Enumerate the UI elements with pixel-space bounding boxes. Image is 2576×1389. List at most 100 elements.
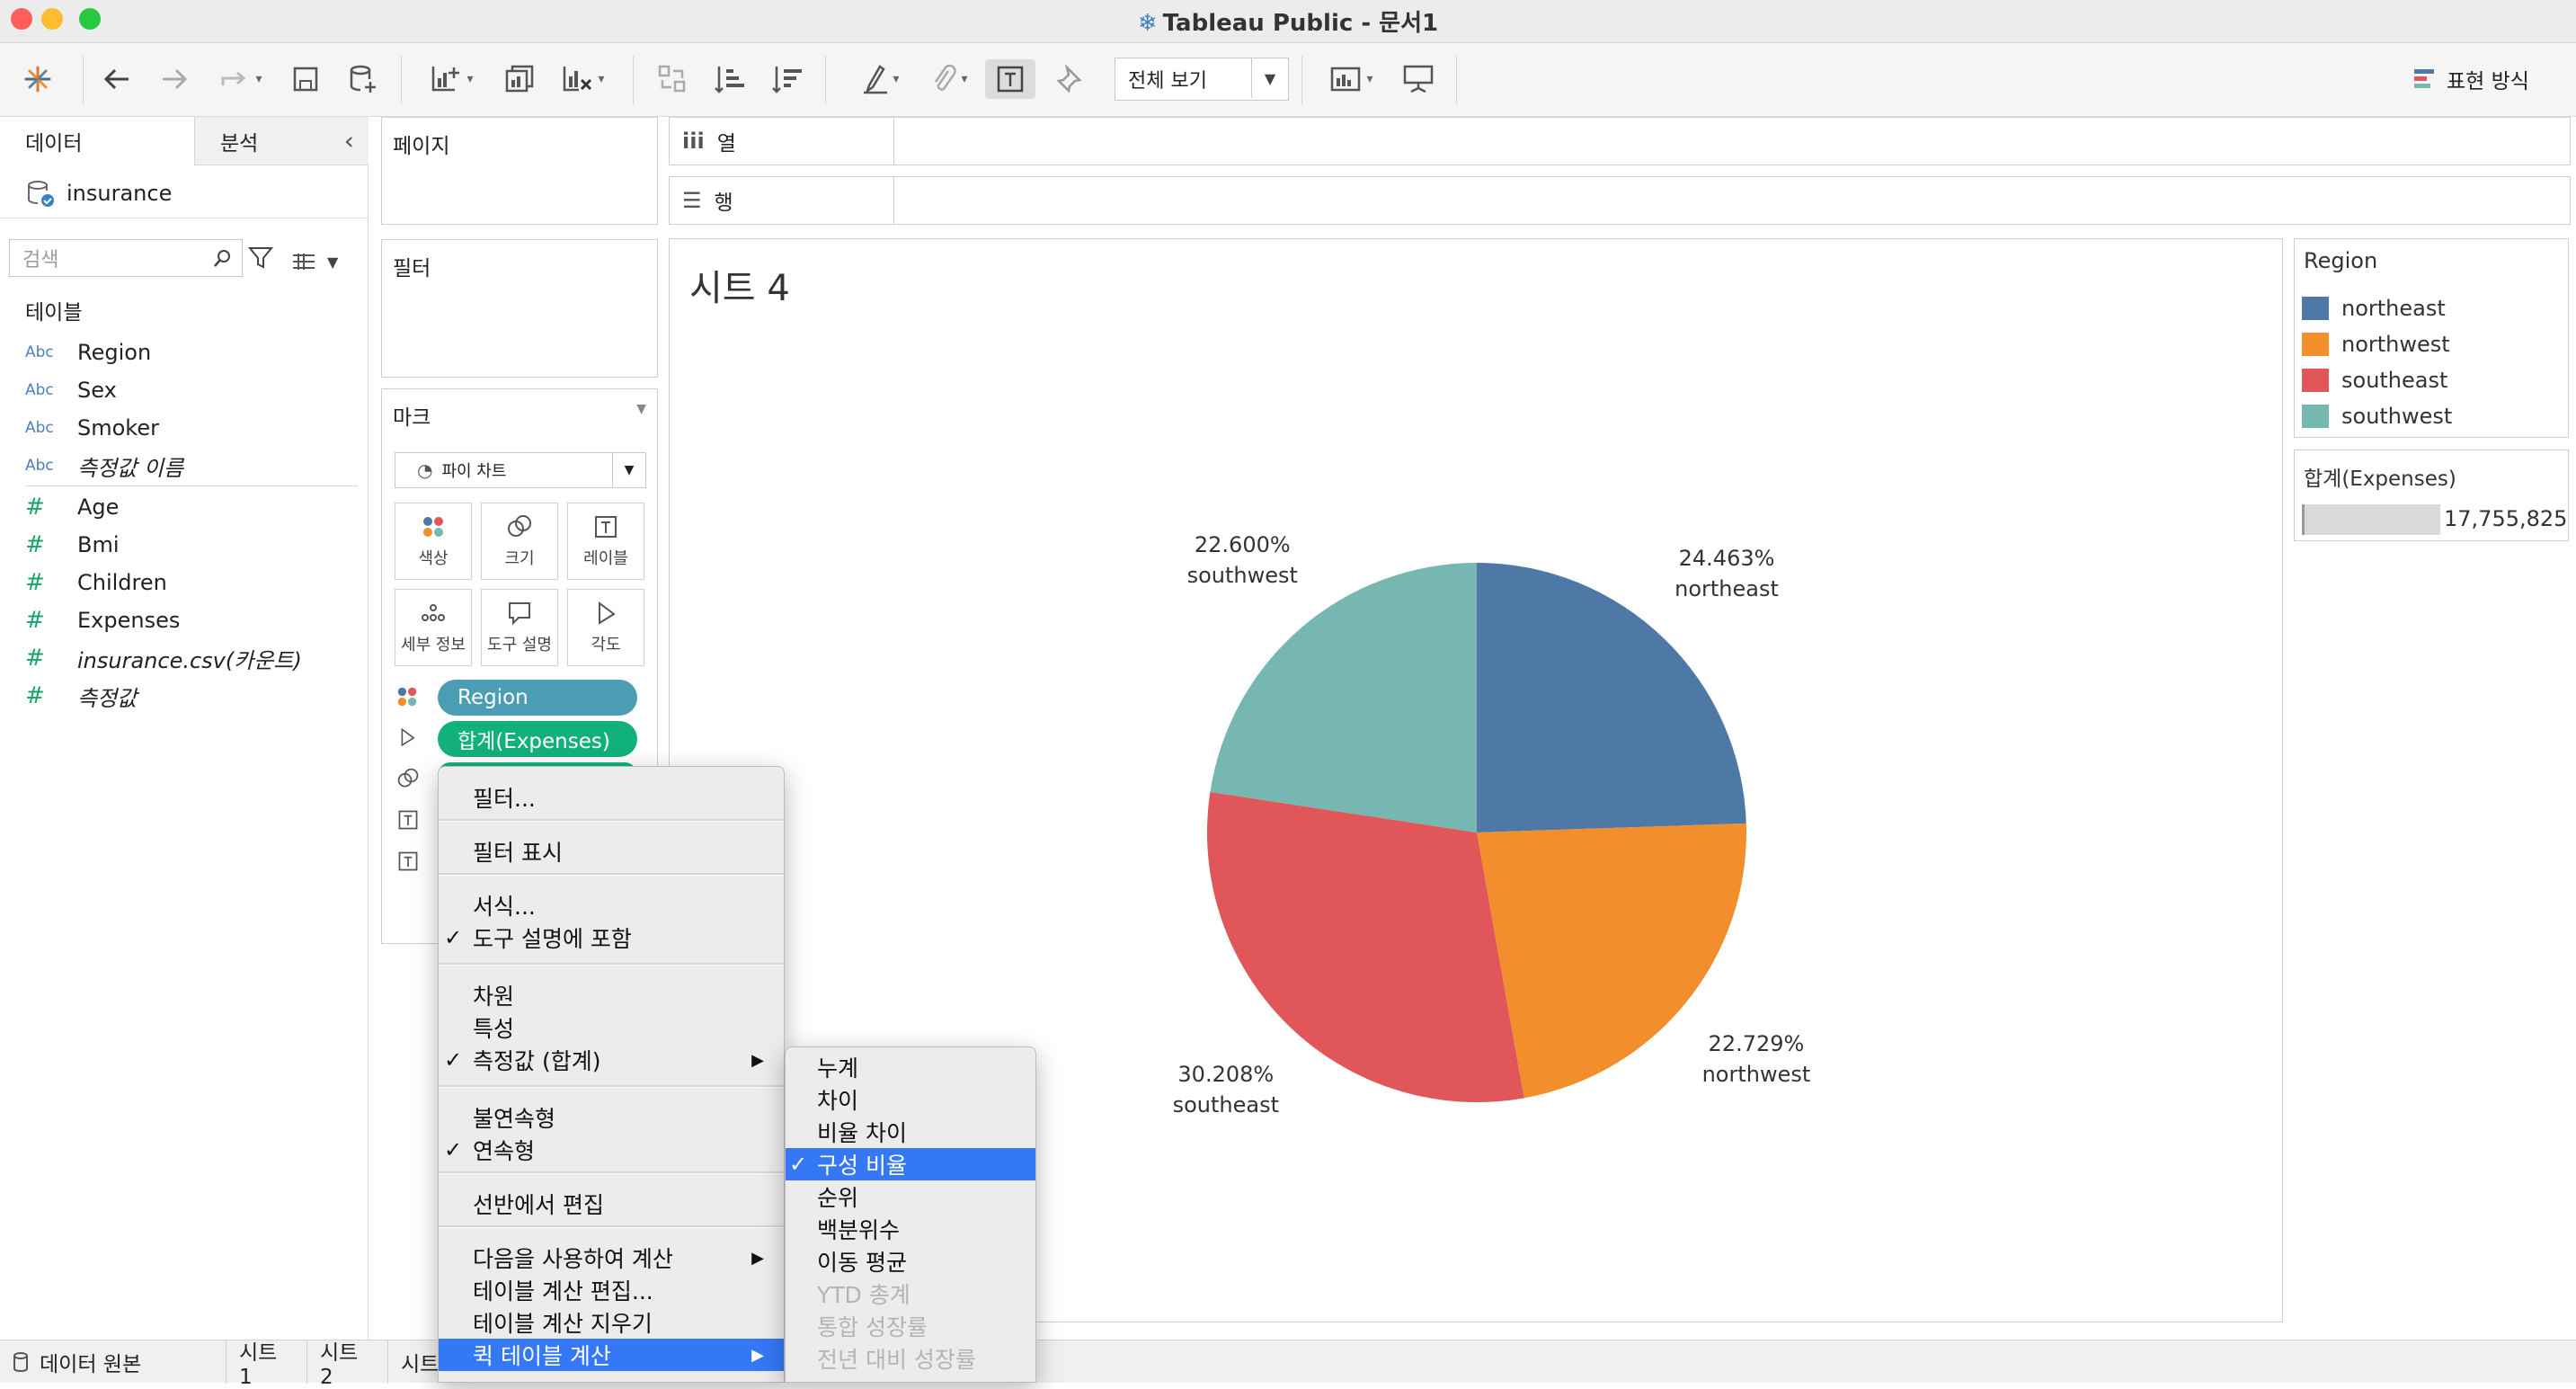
context-menu-item[interactable]: 불연속형: [439, 1101, 784, 1134]
datasource-tab[interactable]: 데이터 원본: [0, 1340, 227, 1384]
quick-calc-item[interactable]: ✓ 구성 비율: [786, 1148, 1035, 1180]
quick-calc-item[interactable]: 비율 차이: [786, 1116, 1035, 1148]
field-measure-names[interactable]: Abc 측정값 이름: [25, 448, 183, 484]
pie-slice-southeast[interactable]: [1207, 791, 1524, 1102]
context-menu-item[interactable]: 선반에서 편집: [439, 1188, 784, 1220]
show-cards-icon[interactable]: ▾: [1323, 59, 1381, 99]
marks-menu-icon[interactable]: ▼: [636, 402, 646, 416]
filters-card[interactable]: 필터: [381, 239, 658, 378]
color-legend[interactable]: Region northeast northwest southeast sou…: [2294, 238, 2569, 438]
submenu-arrow-icon: ▶: [751, 1345, 764, 1365]
group-members-icon[interactable]: ▾: [920, 59, 978, 99]
duplicate-sheet-icon[interactable]: [500, 59, 539, 99]
angle-mark-button[interactable]: 각도: [567, 589, 644, 666]
size-mark-button[interactable]: 크기: [481, 503, 558, 580]
pages-card[interactable]: 페이지: [381, 117, 658, 225]
fit-view-select[interactable]: 전체 보기 ▼: [1115, 58, 1289, 101]
string-type-icon: Abc: [25, 457, 54, 475]
fix-axes-pin-icon[interactable]: [1050, 59, 1089, 99]
tableau-logo-icon: ❄: [1137, 10, 1158, 37]
rows-shelf[interactable]: ☰ 행: [669, 176, 2571, 225]
context-menu-item-label: 차원: [473, 984, 515, 1010]
show-me-button[interactable]: 표현 방식: [2412, 61, 2529, 97]
context-menu-item[interactable]: 필터...: [439, 781, 784, 814]
replay-animation-icon[interactable]: ▾: [212, 59, 270, 99]
quick-calc-item[interactable]: 순위: [786, 1180, 1035, 1213]
size-legend-value: 17,755,825: [2444, 506, 2568, 531]
sort-descending-icon[interactable]: [768, 59, 807, 99]
context-menu-item[interactable]: 차원: [439, 979, 784, 1011]
new-worksheet-icon[interactable]: ▾: [421, 59, 484, 99]
field-name: Region: [77, 340, 152, 365]
pie-slice-southwest[interactable]: [1210, 563, 1477, 833]
context-menu-item[interactable]: ✓ 도구 설명에 포함: [439, 922, 784, 954]
label-mark-button[interactable]: 레이블: [567, 503, 644, 580]
redo-icon[interactable]: [155, 59, 194, 99]
quick-calc-item: 전년 대비 성장률: [786, 1342, 1035, 1375]
context-menu-item[interactable]: 필터 표시: [439, 835, 784, 868]
quick-calc-item[interactable]: 백분위수: [786, 1213, 1035, 1245]
tab-analysis[interactable]: 분석 ‹: [194, 117, 369, 165]
datasource-item[interactable]: insurance: [25, 173, 172, 214]
sort-ascending-icon[interactable]: [710, 59, 750, 99]
pages-card-title: 페이지: [393, 135, 450, 158]
field-record-count[interactable]: # insurance.csv(카운트): [25, 640, 302, 676]
context-menu-item[interactable]: 특성: [439, 1011, 784, 1044]
detail-mark-button[interactable]: 세부 정보: [395, 589, 472, 666]
fit-view-value: 전체 보기: [1128, 70, 1207, 93]
tab-data[interactable]: 데이터: [0, 117, 194, 165]
field-search-input[interactable]: 검색: [9, 239, 243, 277]
context-menu-item-label: 불연속형: [473, 1106, 556, 1132]
swap-rows-columns-icon[interactable]: [653, 59, 692, 99]
field-region[interactable]: Abc Region: [25, 334, 151, 370]
highlight-icon[interactable]: ▾: [852, 59, 910, 99]
region-color-pill[interactable]: Region: [438, 680, 637, 716]
view-data-options-icon[interactable]: ▼: [291, 248, 345, 275]
field-children[interactable]: # Children: [25, 565, 167, 601]
field-age[interactable]: # Age: [25, 489, 119, 525]
tooltip-mark-button[interactable]: 도구 설명: [481, 589, 558, 666]
legend-label: southwest: [2341, 404, 2453, 429]
clear-sheet-icon[interactable]: ▾: [552, 59, 615, 99]
field-expenses[interactable]: # Expenses: [25, 602, 180, 638]
legend-item-southwest[interactable]: southwest: [2302, 399, 2452, 433]
legend-item-northeast[interactable]: northeast: [2302, 291, 2446, 325]
number-type-icon: #: [25, 531, 45, 558]
save-icon[interactable]: [286, 59, 325, 99]
context-menu-item[interactable]: 테이블 계산 편집...: [439, 1274, 784, 1306]
angle-icon: [396, 726, 418, 752]
field-name: Bmi: [77, 532, 120, 557]
context-menu-item[interactable]: 퀵 테이블 계산 ▶: [439, 1339, 784, 1371]
undo-icon[interactable]: [97, 59, 137, 99]
show-mark-labels-icon[interactable]: [985, 59, 1035, 99]
mark-type-select[interactable]: ◔ 파이 차트 ▼: [395, 452, 646, 488]
legend-item-northwest[interactable]: northwest: [2302, 327, 2450, 361]
expenses-angle-pill[interactable]: 합계(Expenses): [438, 721, 637, 757]
legend-item-southeast[interactable]: southeast: [2302, 363, 2447, 397]
context-menu-item[interactable]: ✓ 연속형: [439, 1134, 784, 1166]
size-legend[interactable]: 합계(Expenses) 17,755,825: [2294, 450, 2569, 541]
quick-calc-item[interactable]: 이동 평균: [786, 1245, 1035, 1278]
context-menu-item[interactable]: 서식...: [439, 889, 784, 922]
quick-calc-item[interactable]: 누계: [786, 1051, 1035, 1083]
quick-calc-item[interactable]: 차이: [786, 1083, 1035, 1116]
new-datasource-icon[interactable]: [343, 59, 383, 99]
presentation-mode-icon[interactable]: [1399, 59, 1438, 99]
field-smoker[interactable]: Abc Smoker: [25, 410, 159, 446]
color-mark-button[interactable]: 색상: [395, 503, 472, 580]
field-sex[interactable]: Abc Sex: [25, 372, 117, 408]
sheet-tab-2[interactable]: 시트 2: [307, 1340, 388, 1389]
context-menu-item[interactable]: 테이블 계산 지우기: [439, 1306, 784, 1339]
sheet-tab-1[interactable]: 시트 1: [227, 1340, 307, 1389]
columns-shelf[interactable]: iii 열: [669, 117, 2571, 165]
field-bmi[interactable]: # Bmi: [25, 527, 120, 563]
sheet-tab-label: 시트 1: [239, 1341, 278, 1389]
field-name: insurance.csv(카운트): [77, 647, 302, 673]
quick-calc-item-label: 순위: [817, 1185, 859, 1211]
context-menu-item[interactable]: 다음을 사용하여 계산 ▶: [439, 1242, 784, 1274]
collapse-pane-icon[interactable]: ‹: [344, 126, 354, 156]
filter-fields-icon[interactable]: [247, 246, 277, 273]
field-measure-values[interactable]: # 측정값: [25, 678, 137, 714]
tableau-home-icon[interactable]: [18, 59, 58, 99]
context-menu-item[interactable]: ✓ 측정값 (합계) ▶: [439, 1044, 784, 1076]
